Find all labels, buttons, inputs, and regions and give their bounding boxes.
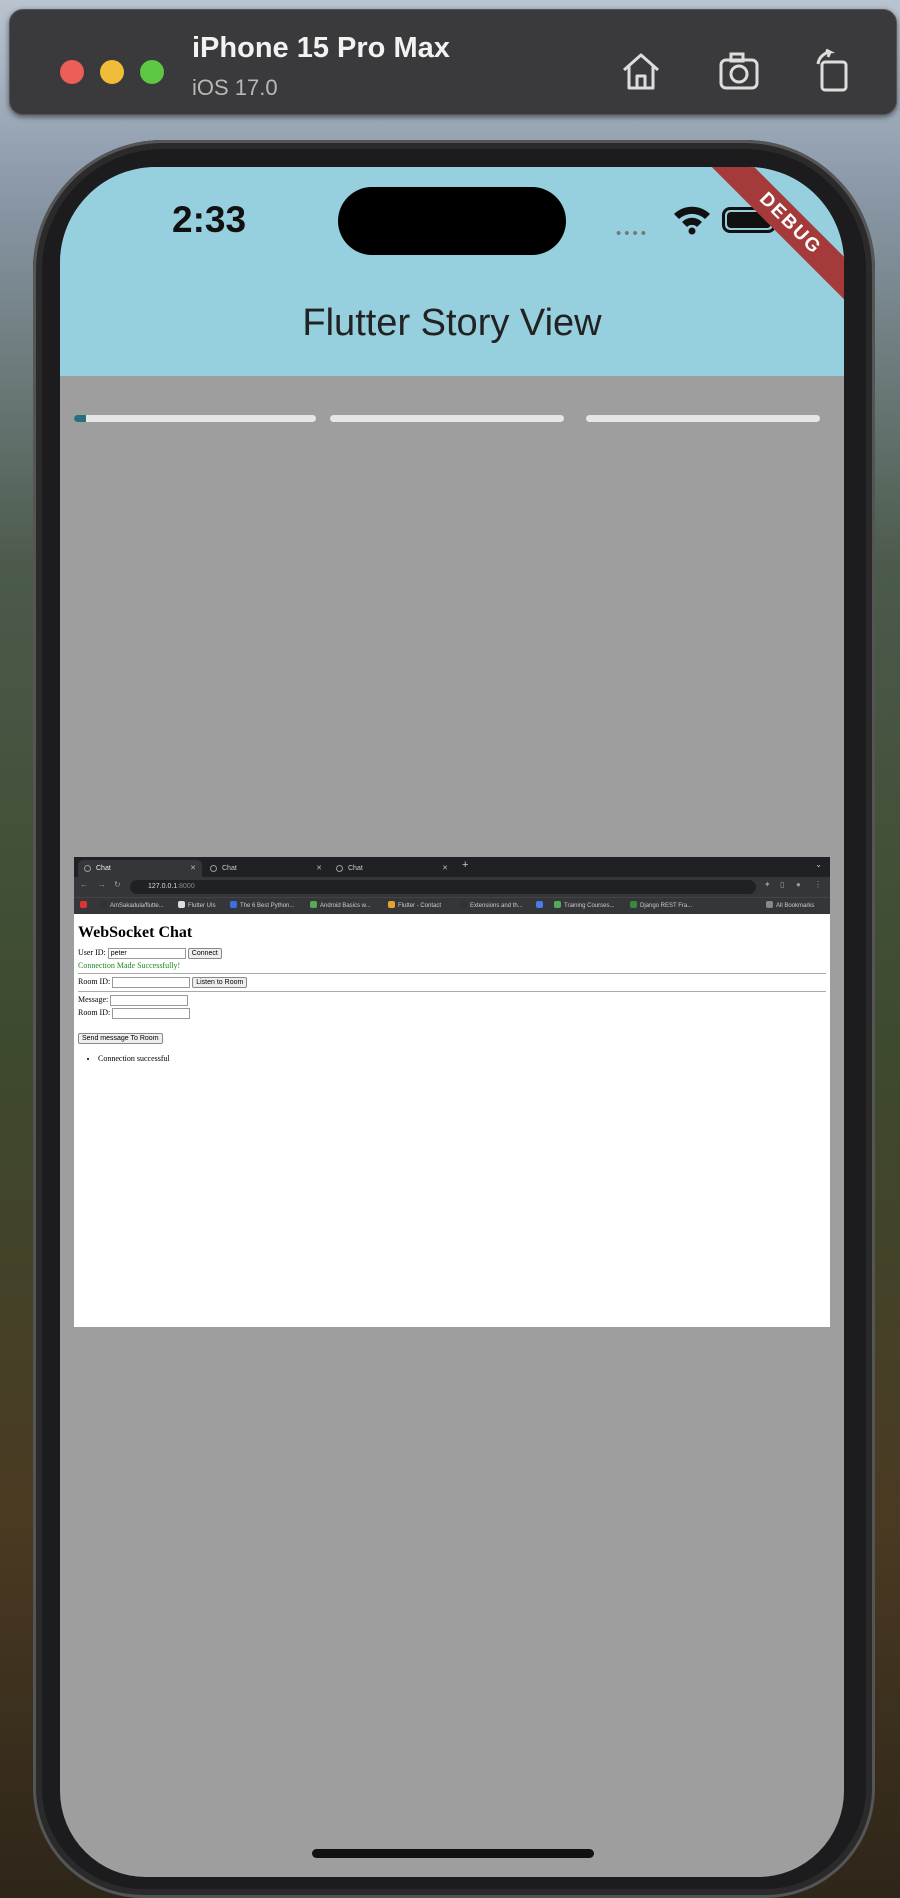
story-progress [74, 415, 830, 422]
debug-banner: DEBUG [708, 167, 844, 306]
bookmark-item[interactable]: Flutter UIs [178, 898, 216, 914]
send-row: Send message To Room [78, 1033, 826, 1044]
close-tab-icon[interactable]: ✕ [316, 860, 322, 877]
story-progress-bar [74, 415, 316, 422]
signal-icon: •••• [616, 225, 650, 242]
bookmark-item[interactable]: AmSakadula/flutte... [100, 898, 164, 914]
address-field[interactable]: 127.0.0.1:8000 [130, 880, 756, 894]
bookmark-item[interactable]: Android Basics w... [310, 898, 371, 914]
bookmark-item[interactable]: The 6 Best Python... [230, 898, 294, 914]
url-host: 127.0.0.1 [148, 883, 178, 890]
connect-button[interactable]: Connect [187, 948, 222, 959]
phone-screen: 2:33 •••• DEBUG Flutter Story View Chat … [60, 167, 844, 1877]
new-tab-icon[interactable]: + [462, 859, 468, 871]
puzzle-icon[interactable]: ✦ [764, 880, 771, 889]
dynamic-island [338, 187, 566, 255]
simulator-toolbar: iPhone 15 Pro Max iOS 17.0 [9, 9, 897, 115]
message-label: Message: [78, 995, 109, 1004]
sidebar-icon[interactable]: ▯ [780, 880, 784, 889]
back-icon[interactable]: ← [80, 880, 88, 889]
wifi-icon [674, 206, 710, 235]
os-version: iOS 17.0 [192, 75, 278, 100]
connection-status: Connection Made Successfully! [78, 961, 181, 970]
profile-icon[interactable]: ● [796, 880, 801, 889]
divider [78, 991, 826, 992]
message-input[interactable] [110, 995, 189, 1006]
message-list: Connection successful [98, 1054, 826, 1063]
bookmark-item[interactable]: Training Courses... [554, 898, 614, 914]
message-room-row: Room ID: [78, 1008, 826, 1019]
menu-icon[interactable]: ⋮ [814, 880, 822, 889]
app-bar: 2:33 •••• DEBUG Flutter Story View [60, 167, 844, 376]
forward-icon[interactable]: → [98, 880, 106, 889]
divider [78, 973, 826, 974]
webpage-content: WebSocket Chat User ID: Connect Connecti… [74, 914, 830, 1073]
url-port: :8000 [177, 883, 195, 890]
user-id-input[interactable] [107, 948, 186, 959]
room-id-label: Room ID: [78, 977, 111, 986]
close-tab-icon[interactable]: ✕ [442, 860, 448, 877]
globe-icon [84, 865, 91, 872]
bookmark-item[interactable]: Extensions and th... [460, 898, 523, 914]
device-name: iPhone 15 Pro Max [192, 32, 450, 64]
home-icon[interactable] [618, 48, 664, 94]
bookmark-item[interactable]: Flutter - Contact [388, 898, 441, 914]
browser-tab[interactable]: Chat ✕ [204, 860, 328, 877]
bookmark-item[interactable] [536, 898, 546, 914]
status-time: 2:33 [172, 199, 247, 240]
list-item: Connection successful [98, 1054, 826, 1063]
chevron-down-icon[interactable]: ⌄ [815, 860, 822, 869]
bookmark-item[interactable] [80, 898, 90, 914]
minimize-window-button[interactable] [100, 60, 124, 84]
home-indicator[interactable] [312, 1849, 594, 1858]
bookmarks-bar: AmSakadula/flutte... Flutter UIs The 6 B… [74, 897, 830, 914]
user-id-label: User ID: [78, 948, 106, 957]
camera-icon[interactable] [716, 48, 762, 94]
room-id-row: Room ID: Listen to Room [78, 977, 826, 988]
browser-tab[interactable]: Chat ✕ [330, 860, 454, 877]
tab-title: Chat [348, 865, 363, 872]
close-tab-icon[interactable]: ✕ [190, 860, 196, 877]
user-id-row: User ID: Connect [78, 948, 826, 959]
listen-room-button[interactable]: Listen to Room [192, 977, 248, 988]
message-room-id-input[interactable] [112, 1008, 191, 1019]
page-heading: WebSocket Chat [78, 924, 193, 941]
zoom-window-button[interactable] [140, 60, 164, 84]
rotate-icon[interactable] [810, 48, 856, 94]
browser-tab-strip: Chat ✕ Chat ✕ Chat ✕ + ⌄ [74, 857, 830, 877]
globe-icon [336, 865, 343, 872]
bookmark-item[interactable]: Django REST Fra... [630, 898, 692, 914]
browser-tab[interactable]: Chat ✕ [78, 860, 202, 877]
all-bookmarks[interactable]: All Bookmarks [766, 898, 814, 914]
close-window-button[interactable] [60, 60, 84, 84]
send-message-button[interactable]: Send message To Room [78, 1033, 163, 1044]
story-progress-bar [586, 415, 820, 422]
browser-url-bar: ← → ↻ 127.0.0.1:8000 ✦ ▯ ● ⋮ [74, 877, 830, 897]
app-title: Flutter Story View [302, 302, 602, 344]
tab-title: Chat [96, 865, 111, 872]
story-image[interactable]: Chat ✕ Chat ✕ Chat ✕ + ⌄ ← → ↻ 127.0.0.1… [74, 857, 830, 1327]
story-progress-bar [330, 415, 564, 422]
room-id-label-2: Room ID: [78, 1008, 111, 1017]
tab-title: Chat [222, 865, 237, 872]
reload-icon[interactable]: ↻ [114, 880, 121, 889]
globe-icon [210, 865, 217, 872]
message-row: Message: [78, 995, 826, 1006]
room-id-input[interactable] [112, 977, 191, 988]
